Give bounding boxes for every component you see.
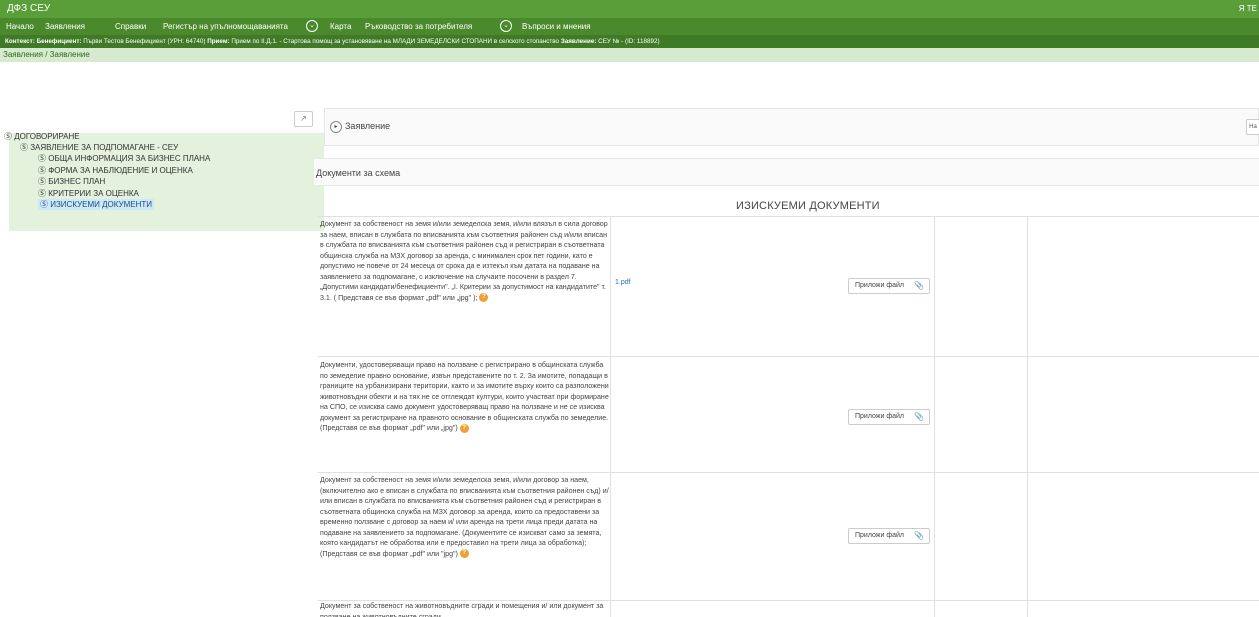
attach-file-label: Приложи файл [855,532,904,539]
documents-section-header: Документи за схема [314,158,1259,186]
table-row: Документ за собственост на животновъднит… [320,601,610,617]
tree-node-contracting[interactable]: Ⓢ ДОГОВОРИРАНЕ [4,131,80,142]
tree-node-business-plan[interactable]: Ⓢ БИЗНЕС ПЛАН [38,176,105,187]
tree-node-criteria[interactable]: Ⓢ КРИТЕРИИ ЗА ОЦЕНКА [38,188,139,199]
table-row: Документ за собственост на земя и/или зе… [320,475,610,559]
help-icon[interactable]: ? [479,293,489,303]
application-label: Заявление: [560,38,597,45]
nav-item-map[interactable]: Карта [330,22,351,31]
app-title: ДФЗ СЕУ [7,3,51,14]
document-description: Документ за собственост на животновъднит… [320,602,604,617]
expand-icon[interactable]: ↗ [294,111,313,127]
top-bar: ДФЗ СЕУ Я ТЕ [0,0,1259,18]
document-description: Документи, удостоверяващи право на ползв… [320,361,609,432]
user-menu[interactable]: Я ТЕ [1239,4,1257,13]
chevron-down-icon[interactable]: ⌄ [500,20,512,32]
panel-more-button[interactable]: На [1246,119,1259,135]
attach-file-button[interactable]: Приложи файл 📎 [848,278,930,294]
beneficiary-label: Бенефициент: [36,38,82,45]
table-divider [318,216,1259,217]
nav-item-reports[interactable]: Справки [115,22,146,31]
tree-node-monitoring-form[interactable]: Ⓢ ФОРМА ЗА НАБЛЮДЕНИЕ И ОЦЕНКА [38,165,193,176]
context-bar: Контекст: Бенефициент: Първи Тестов Бене… [0,35,1259,48]
table-row: Документ за собственост на земя и/или зе… [320,219,610,303]
attach-file-label: Приложи файл [855,282,904,289]
document-description: Документ за собственост на земя и/или зе… [320,476,609,558]
breadcrumb[interactable]: Заявления / Заявление [0,48,1259,62]
context-label: Контекст: [5,38,35,45]
nav-item-home[interactable]: Начало [6,22,34,31]
help-icon[interactable]: ? [459,423,469,433]
reception-label: Прием: [207,38,230,45]
paperclip-icon: 📎 [914,281,924,290]
documents-section-title: Документи за схема [316,168,401,178]
document-description: Документ за собственост на земя и/или зе… [320,220,608,302]
collapse-toggle-icon[interactable]: ▸ [330,121,342,133]
tree-node-application[interactable]: Ⓢ ЗАЯВЛЕНИЕ ЗА ПОДПОМАГАНЕ - СЕУ [20,142,178,153]
main-nav: Начало Заявления Справки Регистър на упъ… [0,18,1259,35]
chevron-down-icon[interactable]: ⌄ [306,20,318,32]
beneficiary-value: Първи Тестов Бенефициент (УРН: 64740) [83,38,206,45]
nav-item-authorizations[interactable]: Регистър на упълномощаванията [163,22,288,31]
attached-file-link[interactable]: 1.pdf [615,279,631,286]
tree-node-required-documents[interactable]: Ⓢ ИЗИСКУЕМИ ДОКУМЕНТИ [38,199,155,210]
panel-title: Заявление [345,121,391,131]
paperclip-icon: 📎 [914,412,924,421]
application-panel-header: ▸ Заявление На [324,108,1259,146]
attach-file-label: Приложи файл [855,413,904,420]
nav-item-faq[interactable]: Въпроси и мнения [522,22,591,31]
attach-file-button[interactable]: Приложи файл 📎 [848,409,930,425]
nav-item-user-guide[interactable]: Ръководство за потребителя [365,22,472,31]
table-divider [610,216,611,617]
table-divider [318,356,1259,357]
table-row: Документи, удостоверяващи право на ползв… [320,360,610,434]
table-divider [934,216,935,617]
application-value: СЕУ № - (ID: 118892) [598,38,660,45]
table-divider [318,472,1259,473]
paperclip-icon: 📎 [914,531,924,540]
tree-node-general-info[interactable]: Ⓢ ОБЩА ИНФОРМАЦИЯ ЗА БИЗНЕС ПЛАНА [38,153,210,164]
attach-file-button[interactable]: Приложи файл 📎 [848,528,930,544]
help-icon[interactable]: ? [459,549,469,559]
required-documents-title: ИЗИСКУЕМИ ДОКУМЕНТИ [736,200,880,212]
nav-item-applications[interactable]: Заявления [45,22,85,31]
table-divider [1027,216,1028,617]
reception-value: Прием по II.Д.1. - Стартова помощ за уст… [231,38,560,45]
